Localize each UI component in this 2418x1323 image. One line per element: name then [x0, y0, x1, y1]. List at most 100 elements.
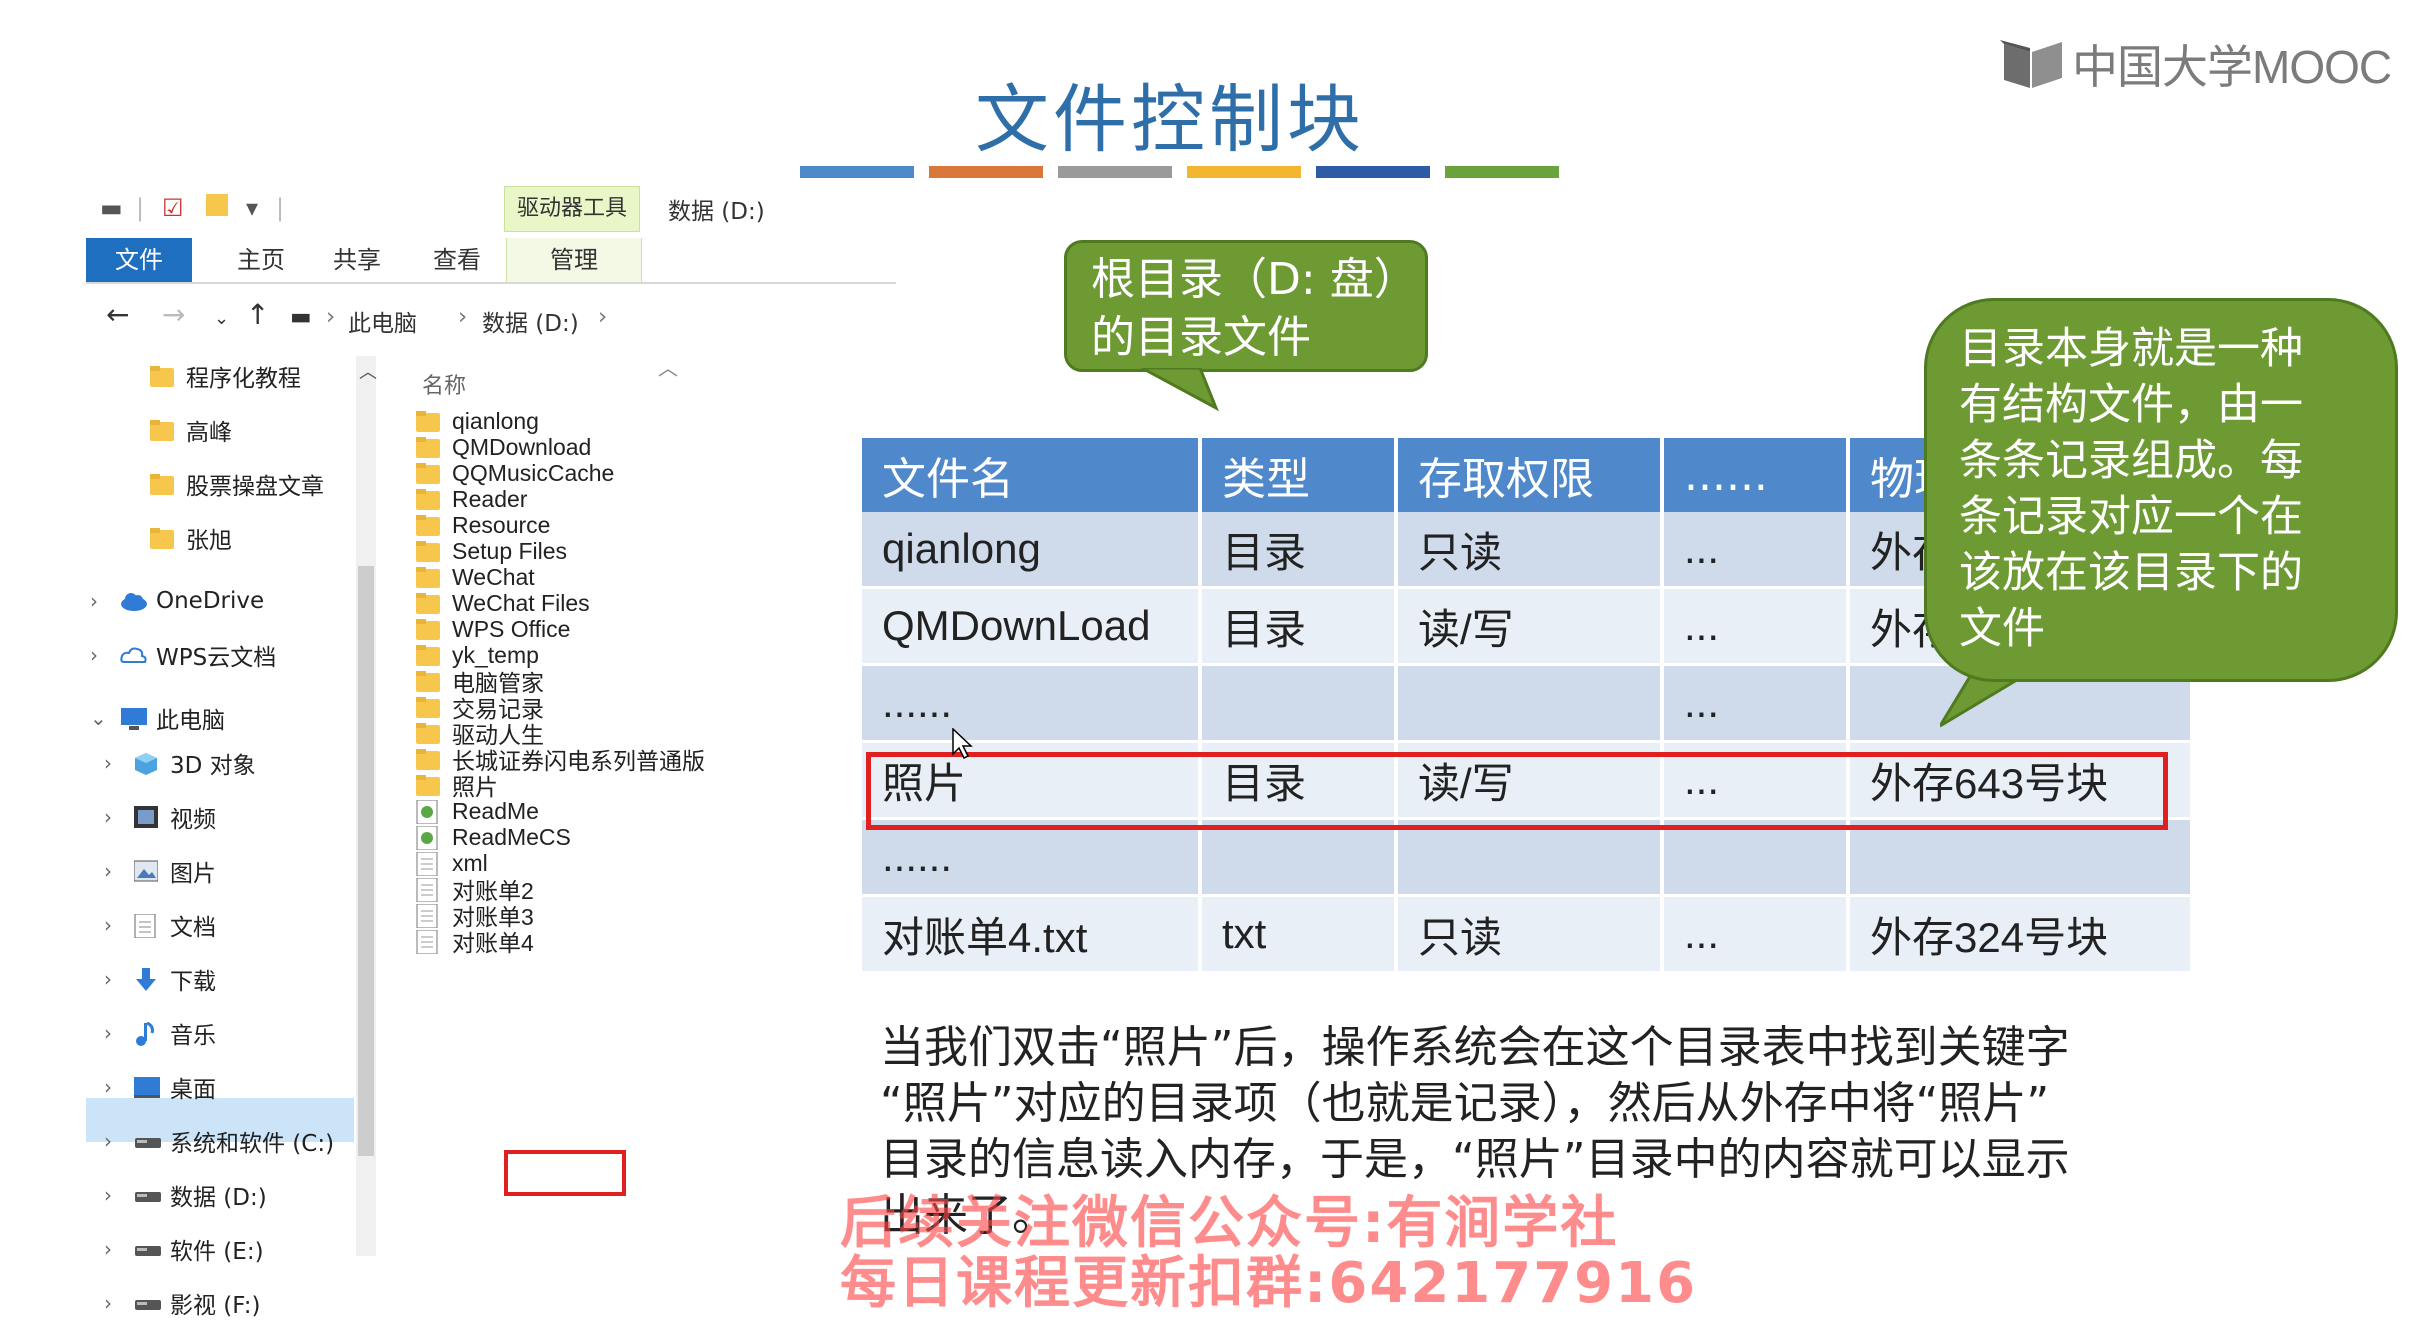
- breadcrumb-drive-d[interactable]: 数据 (D:): [482, 304, 579, 338]
- nav-item-label: 桌面: [170, 1077, 216, 1103]
- folder-icon: [416, 566, 440, 588]
- chevron-right-icon[interactable]: ›: [90, 643, 98, 667]
- chevron-right-icon[interactable]: ›: [104, 751, 112, 775]
- table-cell: [1848, 818, 2194, 897]
- file-list-item[interactable]: ReadMe: [416, 797, 539, 825]
- callout-root-directory: 根目录（D: 盘） 的目录文件: [1064, 240, 1428, 372]
- chevron-right-icon[interactable]: ›: [104, 1291, 112, 1315]
- drive-small-icon: ▬: [290, 304, 312, 330]
- file-list-item[interactable]: 照片: [416, 772, 498, 800]
- nav-item-label: 股票操盘文章: [186, 474, 324, 500]
- table-cell: 对账单4.txt: [862, 895, 1202, 974]
- file-list-item[interactable]: WeChat Files: [416, 590, 590, 616]
- callout-line: 目录本身就是一种: [1959, 324, 2303, 374]
- callout-line: 的目录文件: [1091, 312, 1311, 363]
- scrollbar-thumb[interactable]: [358, 566, 374, 1156]
- paragraph-line: 当我们双击“照片”后，操作系统会在这个目录表中找到关键字: [880, 1022, 2070, 1073]
- back-arrow-icon[interactable]: ←: [106, 298, 129, 331]
- nav-item[interactable]: › 桌面: [86, 1067, 354, 1107]
- chevron-right-icon[interactable]: ›: [104, 859, 112, 883]
- nav-item[interactable]: › 文档: [86, 905, 354, 945]
- nav-item[interactable]: › 3D 对象: [86, 743, 354, 783]
- nav-item[interactable]: 高峰: [86, 410, 354, 450]
- drive-icon: [134, 1184, 161, 1206]
- scroll-up-icon[interactable]: ︿: [359, 358, 377, 384]
- nav-item-label: 高峰: [186, 420, 232, 446]
- quick-access-dropdown-icon[interactable]: ▾: [246, 194, 258, 222]
- breadcrumb-chevron-icon: ›: [326, 304, 336, 330]
- chevron-right-icon[interactable]: ›: [104, 805, 112, 829]
- file-list-item[interactable]: WeChat: [416, 564, 535, 590]
- new-folder-icon[interactable]: [206, 194, 228, 222]
- chevron-right-icon[interactable]: ›: [104, 1075, 112, 1099]
- chevron-right-icon[interactable]: ›: [104, 913, 112, 937]
- file-list-item[interactable]: WPS Office: [416, 616, 570, 642]
- nav-item[interactable]: 张旭: [86, 518, 354, 558]
- table-header-cell: 存取权限: [1396, 438, 1664, 512]
- nav-item[interactable]: › 软件 (E:): [86, 1229, 354, 1269]
- file-list-item[interactable]: Reader: [416, 486, 527, 512]
- recent-dropdown-icon[interactable]: ⌄: [214, 308, 229, 329]
- mouse-cursor-icon: [952, 728, 973, 760]
- nav-item[interactable]: › OneDrive: [86, 581, 354, 621]
- nav-item[interactable]: › 系统和软件 (C:): [86, 1121, 354, 1161]
- slide-title: 文件控制块: [975, 77, 1365, 163]
- table-cell: [1200, 818, 1398, 897]
- breadcrumb-this-pc[interactable]: 此电脑: [348, 304, 417, 338]
- forward-arrow-icon[interactable]: →: [162, 298, 185, 331]
- folder-icon: [416, 514, 440, 536]
- file-name: ReadMe: [452, 797, 539, 824]
- table-cell: 目录: [1200, 587, 1398, 666]
- nav-item[interactable]: ⌄ 此电脑: [86, 698, 354, 738]
- file-list-item[interactable]: qianlong: [416, 408, 539, 434]
- chevron-right-icon[interactable]: ›: [104, 1129, 112, 1153]
- nav-item[interactable]: › WPS云文档: [86, 635, 354, 675]
- breadcrumb-chevron-icon: ›: [458, 304, 468, 330]
- nav-item[interactable]: 程序化教程: [86, 356, 354, 396]
- table-header-cell: ......: [1662, 438, 1850, 512]
- address-bar: ← → ⌄ ↑ ▬ › 此电脑 › 数据 (D:) ›: [86, 292, 896, 342]
- window-title: 数据 (D:): [668, 199, 765, 225]
- up-arrow-icon[interactable]: ↑: [246, 298, 269, 331]
- table-cell: ...: [1662, 512, 1850, 589]
- file-list-item[interactable]: Setup Files: [416, 538, 567, 564]
- tab-share[interactable]: 共享: [312, 238, 402, 282]
- tab-file[interactable]: 文件: [86, 238, 192, 282]
- nav-item[interactable]: › 数据 (D:): [86, 1175, 354, 1215]
- file-list-item[interactable]: QQMusicCache: [416, 460, 614, 486]
- nav-item[interactable]: › 图片: [86, 851, 354, 891]
- drive-quick-icon[interactable]: ▬: [100, 194, 123, 222]
- app-file-icon: [416, 825, 440, 851]
- nav-item[interactable]: › 音乐: [86, 1013, 354, 1053]
- file-list-item[interactable]: QMDownload: [416, 434, 591, 460]
- tab-home[interactable]: 主页: [216, 238, 306, 282]
- chevron-down-icon[interactable]: ⌄: [90, 706, 107, 730]
- nav-item[interactable]: 股票操盘文章: [86, 464, 354, 504]
- file-name: qianlong: [452, 407, 539, 434]
- file-name: ReadMeCS: [452, 823, 571, 850]
- callout-directory-explanation: 目录本身就是一种 有结构文件，由一 条条记录组成。每 条记录对应一个在 该放在该目录下的…: [1924, 298, 2398, 682]
- separator: |: [136, 194, 145, 222]
- nav-item[interactable]: › 视频: [86, 797, 354, 837]
- nav-item[interactable]: › 下载: [86, 959, 354, 999]
- chevron-right-icon[interactable]: ›: [104, 1237, 112, 1261]
- separator: |: [276, 194, 285, 222]
- nav-scrollbar[interactable]: ︿: [356, 356, 377, 1256]
- chevron-right-icon[interactable]: ›: [104, 1183, 112, 1207]
- chevron-right-icon[interactable]: ›: [90, 589, 98, 613]
- file-name: Setup Files: [452, 537, 568, 564]
- properties-icon[interactable]: ☑: [162, 194, 184, 222]
- file-list-item[interactable]: Resource: [416, 512, 550, 538]
- callout-line: 文件: [1959, 604, 2045, 654]
- tab-manage[interactable]: 管理: [506, 238, 642, 282]
- tab-view[interactable]: 查看: [412, 238, 502, 282]
- file-list-item[interactable]: 对账单4: [416, 928, 534, 956]
- table-header-cell: 类型: [1200, 438, 1398, 512]
- nav-item-label: 张旭: [186, 528, 232, 554]
- nav-item[interactable]: › 影视 (F:): [86, 1283, 354, 1323]
- picture-icon: [133, 860, 159, 882]
- chevron-right-icon[interactable]: ›: [104, 1021, 112, 1045]
- file-list-item[interactable]: ReadMeCS: [416, 823, 571, 851]
- nav-item-label: 音乐: [170, 1023, 216, 1049]
- chevron-right-icon[interactable]: ›: [104, 967, 112, 991]
